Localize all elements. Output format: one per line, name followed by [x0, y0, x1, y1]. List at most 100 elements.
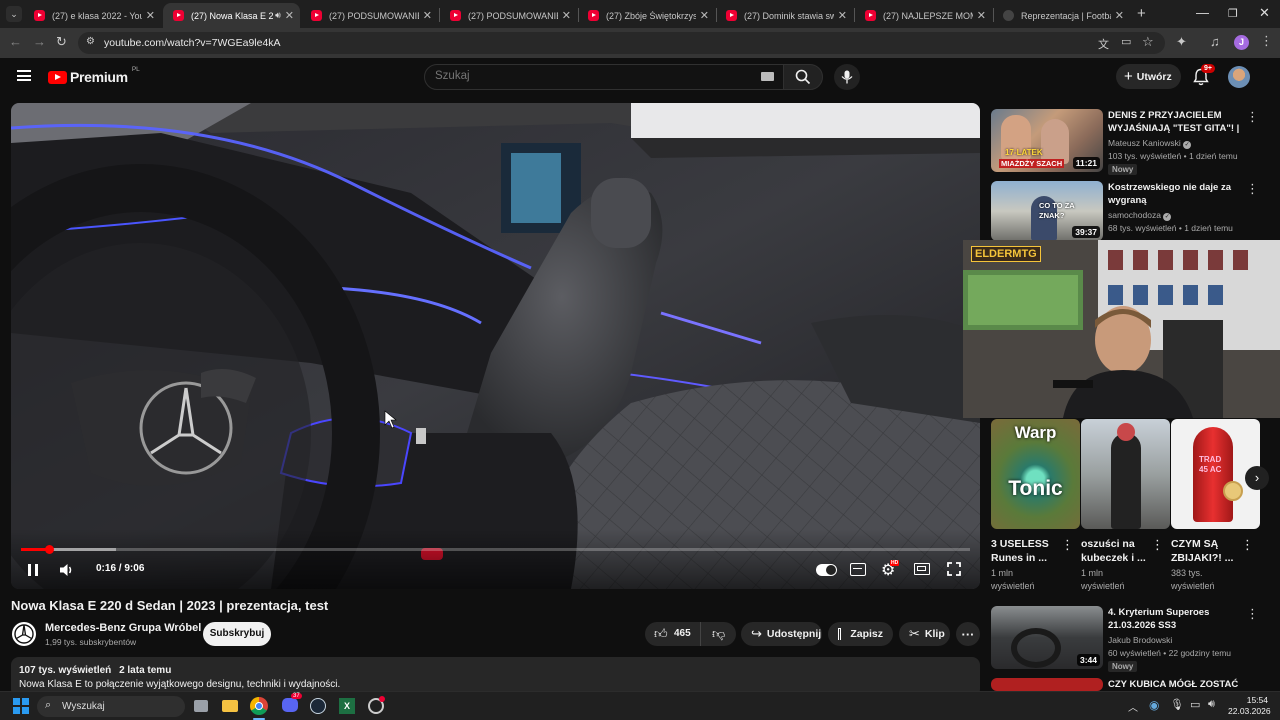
- dislike-button[interactable]: 👎︎: [702, 622, 736, 646]
- youtube-logo[interactable]: Premium PL: [48, 66, 140, 85]
- close-tab-icon[interactable]: ✕: [700, 9, 709, 22]
- back-icon[interactable]: ←: [9, 34, 22, 49]
- bookmark-star-icon[interactable]: ☆: [1142, 34, 1154, 50]
- tray-app-icon[interactable]: ◉: [1149, 698, 1159, 712]
- search-input[interactable]: [435, 70, 755, 82]
- more-actions-button[interactable]: ···: [956, 622, 980, 646]
- close-tab-icon[interactable]: ✕: [1115, 9, 1124, 22]
- video-thumbnail[interactable]: 17-LATEK MIAŻDŻY SZACH 11:21: [991, 109, 1103, 172]
- fullscreen-button[interactable]: [947, 562, 961, 576]
- pause-button[interactable]: [26, 562, 40, 578]
- forward-icon[interactable]: →: [33, 34, 46, 49]
- close-tab-icon[interactable]: ✕: [977, 9, 986, 22]
- address-bar[interactable]: ⚙ youtube.com/watch?v=7WGEa9le4kA 文 ▭ ☆: [78, 32, 1165, 54]
- browser-tab[interactable]: (27) e klasa 2022 - YouTube ✕: [24, 3, 161, 28]
- save-button[interactable]: Zapisz: [828, 622, 893, 646]
- discord-icon[interactable]: 37: [282, 693, 302, 712]
- settings-button[interactable]: ⚙ HD: [881, 560, 900, 579]
- recommendation-title[interactable]: 4. Kryterium Superoes 21.03.2026 SS3: [1108, 606, 1243, 632]
- volume-button[interactable]: [59, 562, 75, 578]
- voice-search-button[interactable]: [834, 64, 860, 90]
- theater-mode-button[interactable]: [914, 563, 930, 575]
- microphone-tray-icon[interactable]: 🎙︎: [1170, 698, 1184, 711]
- close-window-icon[interactable]: ✕: [1259, 5, 1270, 21]
- translate-icon[interactable]: 文: [1098, 36, 1109, 52]
- extensions-icon[interactable]: ✦: [1176, 34, 1187, 50]
- share-button[interactable]: ↪ Udostępnij: [741, 622, 822, 646]
- media-control-icon[interactable]: ♫: [1210, 34, 1220, 49]
- hamburger-menu-icon[interactable]: [17, 70, 31, 81]
- taskbar-search[interactable]: ⌕ Wyszukaj: [37, 696, 185, 717]
- recommendation-title[interactable]: Kostrzewskiego nie daje za wygraną: [1108, 181, 1243, 207]
- restore-icon[interactable]: ❐: [1228, 7, 1238, 20]
- recommendation-item[interactable]: CO TO ZA ZNAK? 39:37 Kostrzewskiego nie …: [991, 181, 1271, 241]
- tray-chevron-up-icon[interactable]: ︿: [1128, 699, 1138, 714]
- browser-tab[interactable]: (27) Nowa Klasa E 220 d🔊︎ ✕: [163, 3, 300, 28]
- task-view-icon[interactable]: [194, 700, 208, 712]
- autoplay-toggle[interactable]: [816, 564, 837, 576]
- more-vertical-icon[interactable]: ⋮: [1246, 181, 1259, 197]
- recommendation-channel[interactable]: samochodoza ✓: [1108, 209, 1248, 222]
- video-player[interactable]: 0:16 / 9:06 ⚙ HD: [11, 103, 980, 589]
- video-thumbnail[interactable]: 3:44: [991, 606, 1103, 669]
- windows-start-icon[interactable]: [13, 698, 29, 714]
- recommendation-item[interactable]: 3:44 4. Kryterium Superoes 21.03.2026 SS…: [991, 606, 1271, 672]
- close-tab-icon[interactable]: ✕: [562, 9, 571, 22]
- steam-icon[interactable]: [310, 698, 326, 714]
- browser-tab[interactable]: (27) PODSUMOWANIE FAZY ✕: [301, 3, 438, 28]
- recommendation-item[interactable]: 17-LATEK MIAŻDŻY SZACH 11:21 DENIS Z PRZ…: [991, 109, 1271, 177]
- account-avatar[interactable]: [1228, 66, 1250, 88]
- close-tab-icon[interactable]: ✕: [838, 9, 847, 22]
- url-text[interactable]: youtube.com/watch?v=7WGEa9le4kA: [104, 37, 281, 49]
- channel-name[interactable]: Mercedes-Benz Grupa Wróbel: [45, 622, 201, 634]
- subtitles-button[interactable]: [850, 563, 866, 576]
- close-tab-icon[interactable]: ✕: [146, 9, 155, 22]
- short-title[interactable]: 3 USELESS Runes in ...: [991, 537, 1063, 565]
- short-thumbnail[interactable]: [1081, 419, 1170, 529]
- profile-avatar[interactable]: J: [1234, 35, 1249, 50]
- more-vertical-icon[interactable]: ⋮: [1241, 537, 1254, 553]
- channel-avatar[interactable]: [12, 622, 36, 646]
- chrome-icon[interactable]: [250, 697, 268, 715]
- clip-button[interactable]: ✂ Klip: [899, 622, 950, 646]
- recommendation-channel[interactable]: Mateusz Kaniowski ✓: [1108, 137, 1248, 150]
- browser-tab[interactable]: (27) Dominik stawia swoje ✕: [716, 3, 853, 28]
- speaker-icon[interactable]: 🔊︎: [1208, 698, 1215, 711]
- short-title[interactable]: CZYM SĄ ZBIJAKI?! ...: [1171, 537, 1243, 565]
- keyboard-icon[interactable]: [761, 72, 774, 81]
- new-tab-button[interactable]: +: [1137, 5, 1146, 22]
- close-tab-icon[interactable]: ✕: [423, 9, 432, 22]
- shorts-next-button[interactable]: ›: [1245, 466, 1269, 490]
- short-thumbnail[interactable]: Warp Tonic: [991, 419, 1080, 529]
- excel-icon[interactable]: X: [339, 698, 355, 714]
- tab-audio-icon[interactable]: 🔊︎: [275, 10, 281, 21]
- more-vertical-icon[interactable]: ⋮: [1151, 537, 1164, 553]
- search-button[interactable]: [783, 64, 823, 90]
- menu-dots-icon[interactable]: ⋮: [1260, 33, 1273, 49]
- network-icon[interactable]: ▭: [1190, 698, 1200, 711]
- short-title[interactable]: oszuści na kubeczek i ...: [1081, 537, 1153, 565]
- site-info-icon[interactable]: ⚙: [86, 36, 95, 47]
- browser-tab[interactable]: Reprezentacja | FootballT ✕: [993, 3, 1130, 28]
- scrub-handle[interactable]: [44, 545, 54, 554]
- clock[interactable]: 15:54 22.03.2026: [1228, 695, 1271, 717]
- cast-icon[interactable]: ▭: [1121, 35, 1131, 48]
- recommendation-title[interactable]: DENIS Z PRZYJACIELEM WYJAŚNIAJĄ "TEST GI…: [1108, 109, 1243, 135]
- subscribe-button[interactable]: Subskrybuj: [203, 622, 271, 646]
- channel-name[interactable]: samochodoza: [1108, 210, 1161, 220]
- channel-name[interactable]: Mateusz Kaniowski: [1108, 138, 1181, 148]
- tab-search-button[interactable]: ⌄: [6, 6, 22, 22]
- minimize-icon[interactable]: —: [1196, 5, 1209, 20]
- more-vertical-icon[interactable]: ⋮: [1246, 109, 1259, 125]
- video-thumbnail[interactable]: [991, 678, 1103, 691]
- search-box[interactable]: [424, 64, 784, 90]
- create-button[interactable]: + Utwórz: [1116, 64, 1181, 89]
- notifications-button[interactable]: 9+: [1193, 64, 1215, 87]
- more-vertical-icon[interactable]: ⋮: [1246, 606, 1259, 622]
- more-vertical-icon[interactable]: ⋮: [1061, 537, 1074, 553]
- recommendation-title[interactable]: CZY KUBICA MÓGŁ ZOSTAĆ: [1108, 678, 1243, 691]
- video-thumbnail[interactable]: CO TO ZA ZNAK? 39:37: [991, 181, 1103, 241]
- browser-tab[interactable]: (27) Zbóje Świętokrzyscy ✕: [578, 3, 715, 28]
- app-icon[interactable]: [368, 696, 385, 714]
- recommendation-channel[interactable]: Jakub Brodowski: [1108, 634, 1248, 647]
